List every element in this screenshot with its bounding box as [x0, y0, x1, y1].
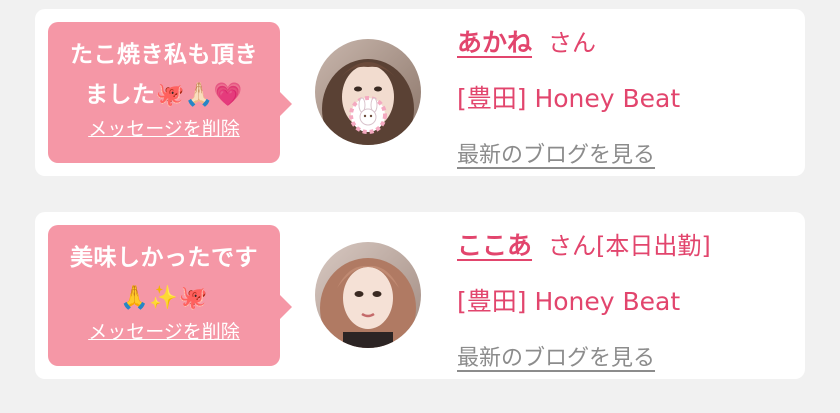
message-text: 美味しかったです 🙏✨🐙	[70, 245, 258, 311]
shop-name: [豊田] Honey Beat	[457, 287, 681, 316]
latest-blog-link[interactable]: 最新のブログを見る	[457, 137, 680, 169]
message-card: 美味しかったです 🙏✨🐙 メッセージを削除 ここあ さん[本日出勤] [豊田] H…	[35, 212, 805, 379]
avatar[interactable]	[315, 39, 421, 145]
honorific: さん[本日出勤]	[548, 232, 711, 260]
delete-message-link[interactable]: メッセージを削除	[48, 114, 280, 141]
latest-blog-link[interactable]: 最新のブログを見る	[457, 340, 711, 372]
avatar[interactable]	[315, 242, 421, 348]
honorific: さん	[548, 29, 597, 57]
shop-name: [豊田] Honey Beat	[457, 84, 681, 113]
profile-info: ここあ さん[本日出勤] [豊田] Honey Beat 最新のブログを見る	[457, 226, 711, 372]
message-text: たこ焼き私も頂き ました🐙🙏🏻💗	[70, 42, 258, 108]
girl-name-link[interactable]: ここあ	[457, 231, 532, 260]
profile-info: あかね さん [豊田] Honey Beat 最新のブログを見る	[457, 23, 680, 169]
girl-name-link[interactable]: あかね	[457, 28, 532, 57]
message-bubble: 美味しかったです 🙏✨🐙 メッセージを削除	[48, 225, 292, 366]
delete-message-link[interactable]: メッセージを削除	[48, 317, 280, 344]
message-card: たこ焼き私も頂き ました🐙🙏🏻💗 メッセージを削除 あかね さん [豊田] Ho…	[35, 9, 805, 176]
message-bubble: たこ焼き私も頂き ました🐙🙏🏻💗 メッセージを削除	[48, 22, 292, 163]
